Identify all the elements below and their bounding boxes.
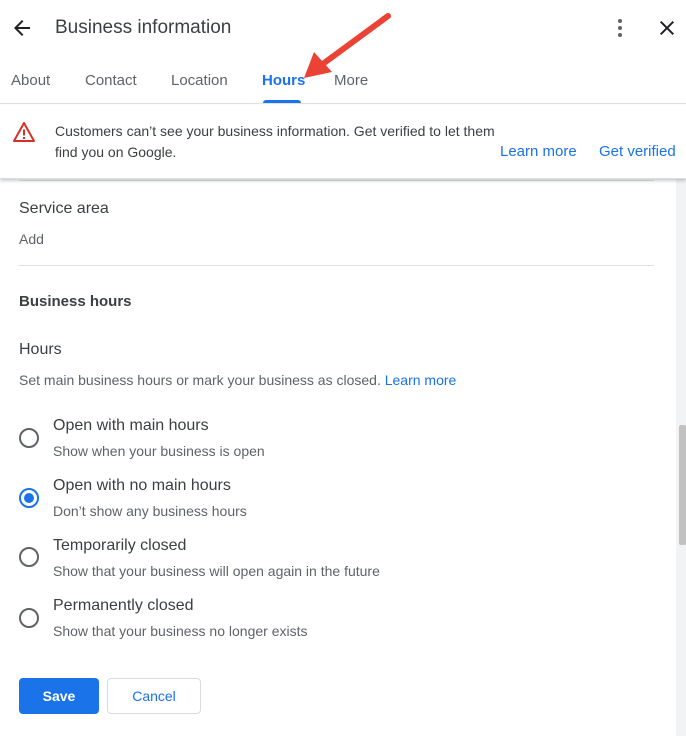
cancel-button[interactable]: Cancel xyxy=(107,678,201,714)
close-icon[interactable] xyxy=(655,16,679,40)
hours-learn-more-link[interactable]: Learn more xyxy=(385,372,457,388)
option-open-no-main-hours-subtitle: Don’t show any business hours xyxy=(53,503,247,519)
option-temporarily-closed-subtitle: Show that your business will open again … xyxy=(53,563,380,579)
service-area-label: Service area xyxy=(19,200,109,217)
radio-open-main-hours[interactable] xyxy=(19,428,39,448)
save-button[interactable]: Save xyxy=(19,678,99,714)
service-area-add[interactable]: Add xyxy=(19,231,44,247)
option-temporarily-closed-title[interactable]: Temporarily closed xyxy=(53,537,186,555)
tab-contact[interactable]: Contact xyxy=(85,72,137,89)
hours-label: Hours xyxy=(19,341,62,358)
divider xyxy=(19,180,654,181)
banner-message: Customers can’t see your business inform… xyxy=(55,123,495,160)
tab-location[interactable]: Location xyxy=(171,72,228,89)
divider xyxy=(19,265,654,266)
radio-permanently-closed[interactable] xyxy=(19,608,39,628)
option-open-no-main-hours-title[interactable]: Open with no main hours xyxy=(53,477,231,495)
dialog-title: Business information xyxy=(55,17,232,38)
arrow-left-icon[interactable] xyxy=(10,16,34,40)
option-permanently-closed-title[interactable]: Permanently closed xyxy=(53,597,194,615)
verification-banner: Customers can’t see your business inform… xyxy=(0,105,686,179)
annotation-arrow-icon xyxy=(304,13,391,78)
option-open-main-hours-subtitle: Show when your business is open xyxy=(53,443,265,459)
option-permanently-closed-subtitle: Show that your business no longer exists xyxy=(53,623,308,639)
hours-description-text: Set main business hours or mark your bus… xyxy=(19,372,381,388)
radio-temporarily-closed[interactable] xyxy=(19,547,39,567)
tab-about[interactable]: About xyxy=(11,72,50,89)
business-hours-title: Business hours xyxy=(19,293,132,310)
banner-learn-more-link[interactable]: Learn more xyxy=(500,143,577,160)
form-content: Service area Add Business hours Hours Se… xyxy=(0,179,676,736)
scrollbar-thumb[interactable] xyxy=(679,425,686,545)
active-tab-indicator xyxy=(263,100,301,103)
get-verified-link[interactable]: Get verified xyxy=(599,143,676,160)
radio-open-no-main-hours[interactable] xyxy=(19,488,39,508)
hours-description: Set main business hours or mark your bus… xyxy=(19,372,456,388)
option-open-main-hours-title[interactable]: Open with main hours xyxy=(53,417,209,435)
more-vertical-icon[interactable] xyxy=(608,16,632,40)
warning-icon xyxy=(13,122,35,142)
